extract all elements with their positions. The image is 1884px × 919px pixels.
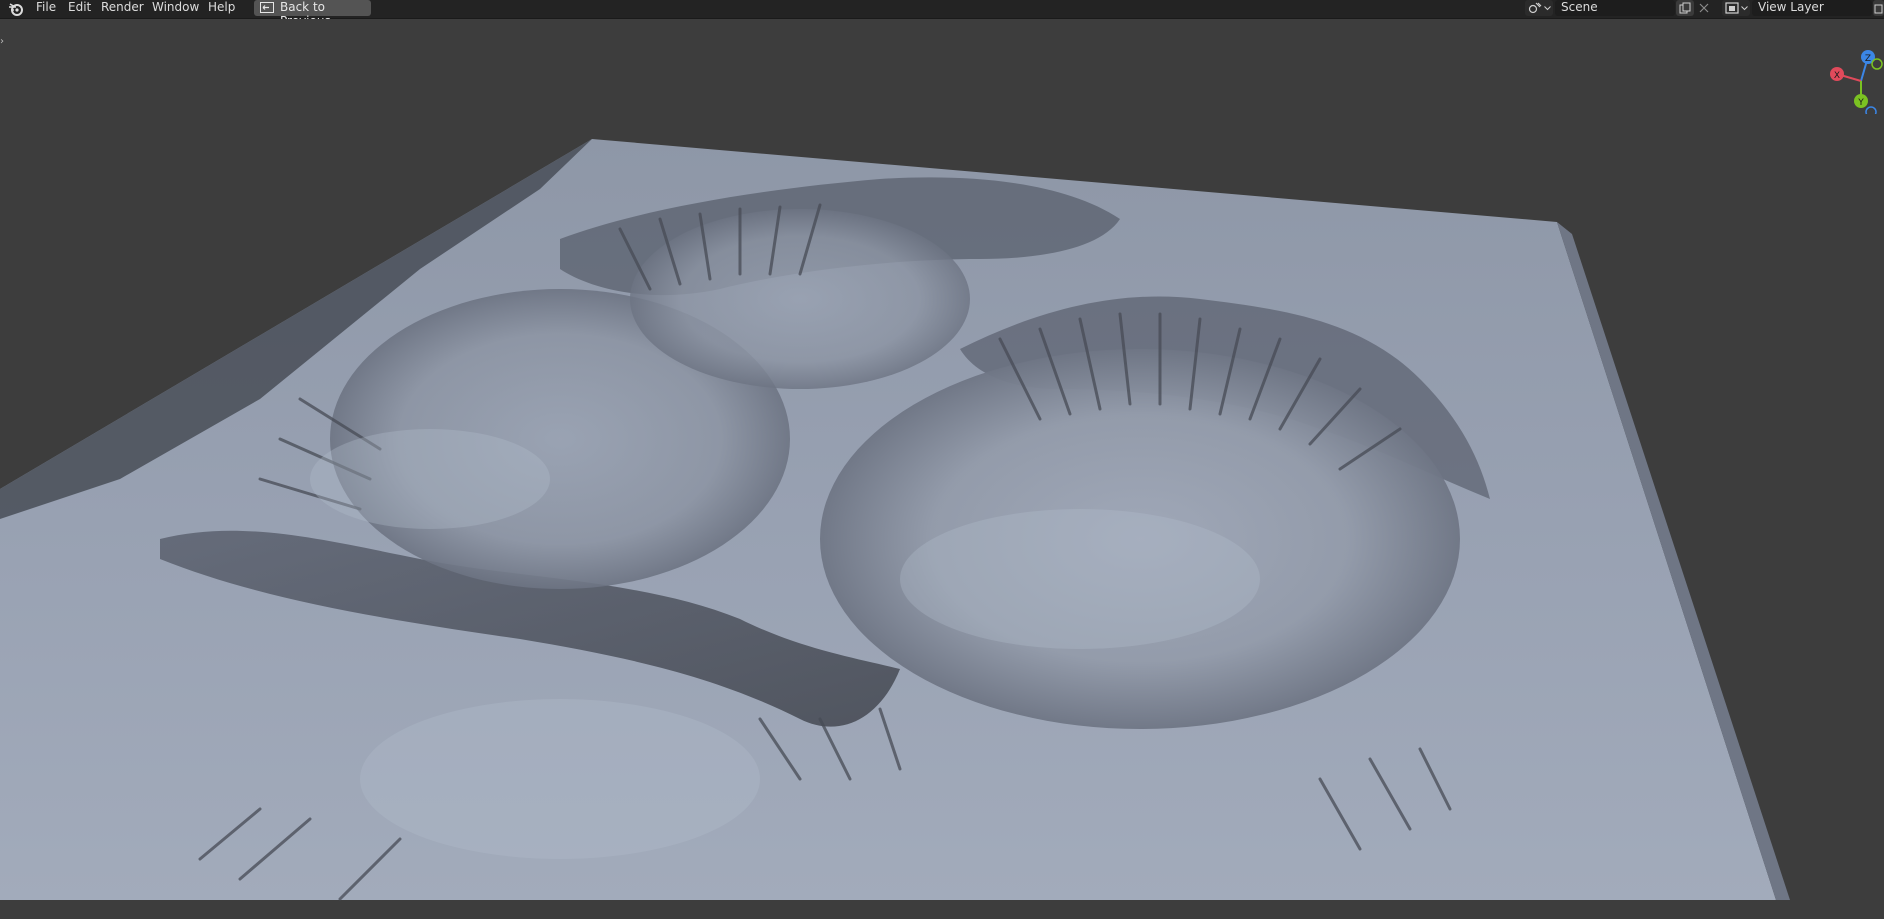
menu-window[interactable]: Window (152, 0, 199, 19)
neg-z-axis-icon (1865, 106, 1877, 114)
scene-name-field[interactable]: Scene (1555, 0, 1675, 16)
crater-north (630, 209, 970, 389)
delete-scene-button[interactable] (1696, 0, 1712, 16)
duplicate-view-layer-button[interactable] (1873, 0, 1884, 16)
terrain-mesh (0, 139, 1790, 901)
duplicate-scene-button[interactable] (1676, 0, 1694, 16)
menu-render[interactable]: Render (101, 0, 144, 19)
scene-browse-button[interactable] (1525, 0, 1553, 16)
view-layer-name-field[interactable]: View Layer (1752, 0, 1872, 16)
menu-help[interactable]: Help (208, 0, 235, 19)
back-window-icon (260, 2, 274, 13)
3d-viewport[interactable]: › Z X Y (0, 19, 1884, 919)
x-axis-label: X (1834, 71, 1840, 81)
menu-file[interactable]: File (36, 0, 56, 19)
close-icon (1699, 3, 1709, 13)
view-layer-browse-button[interactable] (1722, 0, 1750, 16)
top-menu-bar: File Edit Render Window Help Back to Pre… (0, 0, 1884, 28)
menu-edit[interactable]: Edit (68, 0, 91, 19)
scene-icon (1528, 2, 1542, 14)
sidebar-toggle-icon[interactable]: › (0, 36, 8, 48)
chevron-down-icon (1544, 6, 1551, 11)
view-layer-icon (1725, 2, 1739, 14)
chevron-down-icon (1741, 6, 1748, 11)
z-axis-label: Z (1865, 54, 1871, 64)
navigation-gizmo[interactable]: Z X Y (1826, 34, 1884, 114)
duplicate-icon (1874, 4, 1883, 14)
y-axis-label: Y (1857, 98, 1864, 108)
duplicate-icon (1679, 2, 1691, 14)
blender-logo-icon[interactable] (8, 1, 24, 17)
back-to-previous-button[interactable]: Back to Previous (254, 0, 371, 28)
neg-y-axis-icon (1871, 58, 1883, 70)
